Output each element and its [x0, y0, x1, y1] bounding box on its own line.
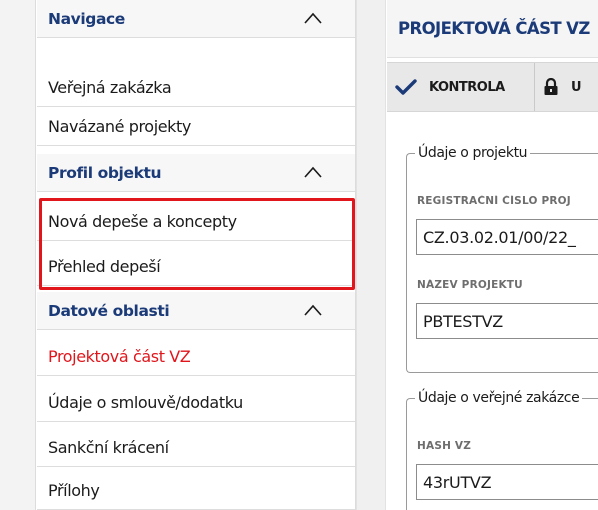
sidebar-item-label: Projektová část VZ	[48, 347, 191, 366]
detail-panel: PROJEKTOVÁ ČÁST VZ KONTROLA U Údaje o pr…	[387, 0, 598, 510]
sidebar-item-label: Přílohy	[48, 481, 100, 500]
section-header-datove-oblasti[interactable]: Datové oblasti	[37, 292, 355, 330]
chevron-up-icon[interactable]	[303, 10, 323, 26]
sidebar-item-sankcni-kraceni[interactable]: Sankční krácení	[37, 429, 355, 467]
hash-vz-field[interactable]: 43rUTVZ	[416, 464, 598, 500]
chevron-up-icon[interactable]	[303, 302, 323, 318]
section-header-label: Datové oblasti	[48, 301, 170, 320]
sidebar-item-prehled-depesi[interactable]: Přehled depeší	[37, 248, 355, 286]
sidebar-item-projektova-cast-vz[interactable]: Projektová část VZ	[37, 338, 355, 376]
mid-gutter	[356, 0, 386, 510]
registration-number-field[interactable]: CZ.03.02.01/00/22_	[416, 219, 598, 255]
kontrola-button[interactable]: KONTROLA	[395, 63, 535, 111]
page-title: PROJEKTOVÁ ČÁST VZ	[387, 0, 598, 58]
toolbar: KONTROLA U	[387, 62, 598, 112]
project-name-label: NÁZEV PROJEKTU	[417, 279, 523, 291]
unlock-button[interactable]: U	[543, 63, 598, 111]
sidebar-item-udaje-o-smlouve[interactable]: Údaje o smlouvě/dodatku	[37, 384, 355, 422]
sidebar-item-nova-depese[interactable]: Nová depeše a koncepty	[37, 203, 355, 241]
section-header-label: Navigace	[48, 9, 125, 28]
kontrola-label: KONTROLA	[429, 79, 505, 95]
sidebar-item-label: Údaje o smlouvě/dodatku	[48, 393, 243, 412]
sidebar-item-label: Sankční krácení	[48, 438, 169, 457]
project-name-field[interactable]: PBTESTVZ	[416, 303, 598, 339]
registration-number-label: REGISTRAČNÍ ČÍSLO PROJ	[417, 195, 571, 207]
checkmark-icon	[395, 79, 417, 95]
project-info-group: Údaje o projektu REGISTRAČNÍ ČÍSLO PROJ …	[406, 145, 598, 373]
sidebar-item-label: Přehled depeší	[48, 257, 161, 276]
sidebar-item-prilohy[interactable]: Přílohy	[37, 472, 355, 510]
left-gutter	[0, 0, 36, 510]
sidebar-item-navazane-projekty[interactable]: Navázané projekty	[37, 108, 355, 146]
lock-icon	[544, 78, 558, 95]
navigation-sidebar: Navigace Veřejná zakázka Navázané projek…	[37, 0, 356, 510]
section-header-navigace[interactable]: Navigace	[37, 0, 355, 38]
hash-vz-label: HASH VZ	[417, 440, 472, 452]
section-header-profil-objektu[interactable]: Profil objektu	[37, 154, 355, 192]
chevron-up-icon[interactable]	[303, 164, 323, 180]
sidebar-item-label: Navázané projekty	[48, 117, 191, 136]
unlock-label: U	[571, 79, 582, 95]
sidebar-item-label: Nová depeše a koncepty	[48, 212, 237, 231]
contract-info-legend: Údaje o veřejné zakázce	[418, 390, 580, 406]
sidebar-item-verejna-zakazka[interactable]: Veřejná zakázka	[37, 69, 355, 107]
sidebar-item-label: Veřejná zakázka	[48, 78, 172, 97]
project-info-legend: Údaje o projektu	[418, 145, 528, 161]
contract-info-group: Údaje o veřejné zakázce HASH VZ 43rUTVZ	[406, 390, 598, 510]
section-header-label: Profil objektu	[48, 163, 162, 182]
